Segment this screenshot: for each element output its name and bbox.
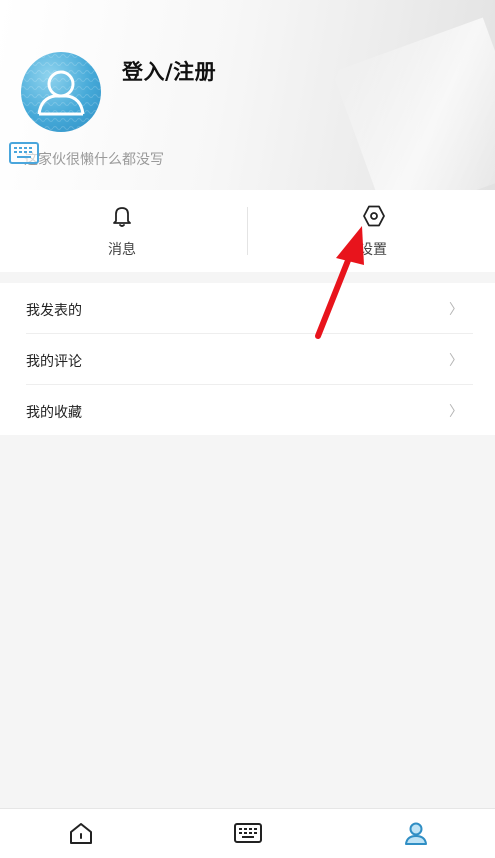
bell-icon [113, 207, 131, 227]
menu-item-label: 我的收藏 [26, 405, 82, 421]
menu-item-my-comments[interactable]: 我的评论 〉 [0, 334, 495, 385]
menu-item-label: 我的评论 [26, 354, 82, 370]
keyboard-icon[interactable] [9, 142, 39, 164]
menu-list: 我发表的 〉 我的评论 〉 我的收藏 〉 [0, 283, 495, 435]
hexagon-gear-icon [363, 205, 385, 227]
keyboard-icon[interactable] [233, 819, 263, 847]
home-icon[interactable] [66, 819, 96, 847]
menu-item-my-favorites[interactable]: 我的收藏 〉 [0, 385, 495, 436]
avatar[interactable] [21, 52, 101, 132]
quick-actions: 消息 设置 [0, 190, 495, 272]
settings-label: 设置 [359, 242, 387, 258]
chevron-right-icon: 〉 [449, 353, 463, 369]
menu-item-label: 我发表的 [26, 303, 82, 319]
profile-bio: 这家伙很懒什么都没写 [24, 152, 164, 168]
bottom-navigation [0, 808, 495, 858]
profile-header: 登入/注册 这家伙很懒什么都没写 [0, 0, 495, 190]
settings-button[interactable]: 设置 [248, 190, 495, 272]
messages-button[interactable]: 消息 [0, 190, 247, 272]
user-icon[interactable] [401, 819, 431, 847]
login-register-link[interactable]: 登入/注册 [122, 56, 216, 86]
chevron-right-icon: 〉 [449, 302, 463, 318]
chevron-right-icon: 〉 [449, 404, 463, 420]
user-silhouette-icon [21, 52, 101, 132]
menu-item-my-posts[interactable]: 我发表的 〉 [0, 283, 495, 334]
header-decoration [332, 17, 495, 190]
messages-label: 消息 [108, 242, 136, 258]
